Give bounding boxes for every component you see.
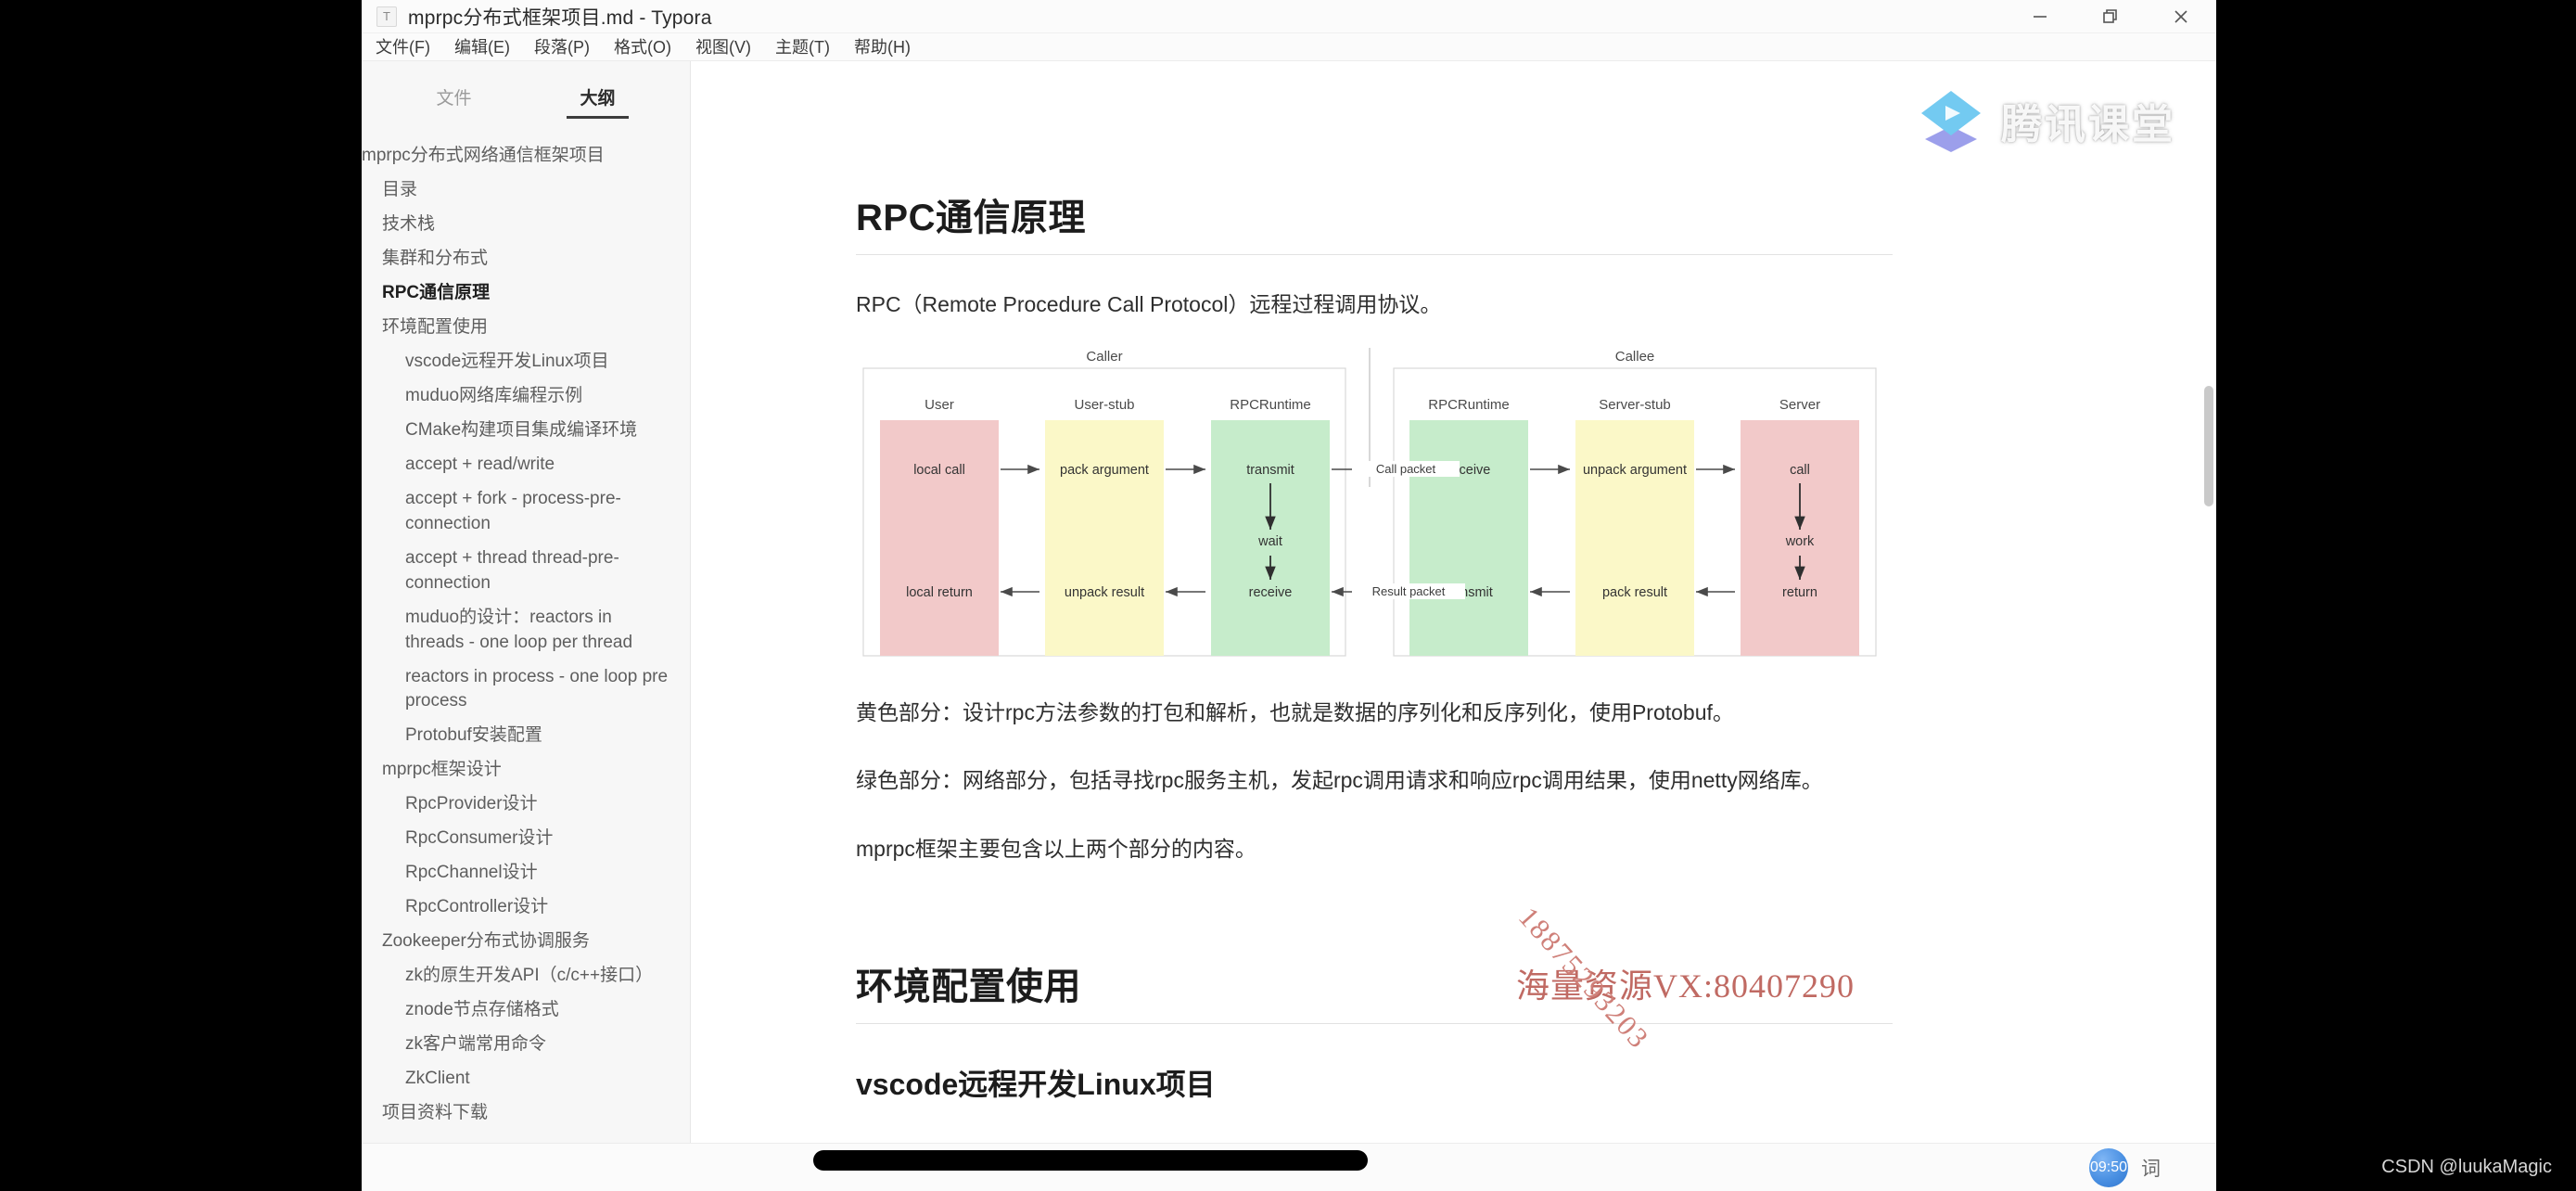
outline-item[interactable]: 目录 bbox=[362, 173, 690, 208]
svg-text:RPCRuntime: RPCRuntime bbox=[1230, 397, 1311, 413]
paragraph-rpc-definition: RPC（Remote Procedure Call Protocol）远程过程调… bbox=[856, 292, 1442, 316]
paragraph-summary: mprpc框架主要包含以上两个部分的内容。 bbox=[856, 836, 1256, 861]
svg-text:work: work bbox=[1785, 534, 1815, 549]
svg-text:User: User bbox=[925, 397, 954, 413]
svg-text:transmit: transmit bbox=[1246, 463, 1294, 478]
svg-text:Call packet: Call packet bbox=[1376, 462, 1436, 476]
paragraph-green-part: 绿色部分：网络部分，包括寻找rpc服务主机，发起rpc调用请求和响应rpc调用结… bbox=[856, 768, 1823, 793]
outline-item[interactable]: RpcController设计 bbox=[362, 890, 690, 925]
outline-item[interactable]: CMake构建项目集成编译环境 bbox=[362, 414, 690, 448]
svg-text:return: return bbox=[1782, 585, 1817, 600]
outline-item[interactable]: RpcChannel设计 bbox=[362, 856, 690, 890]
outline-item[interactable]: accept + fork - process-pre-connection bbox=[362, 482, 690, 542]
outline-item[interactable]: accept + read/write bbox=[362, 448, 690, 482]
restore-icon[interactable] bbox=[2075, 0, 2146, 33]
menu-theme[interactable]: 主题(T) bbox=[763, 33, 842, 61]
sidebar-tabs: 文件 大纲 bbox=[362, 61, 690, 119]
menu-edit[interactable]: 编辑(E) bbox=[442, 33, 522, 61]
outline-item[interactable]: zk客户端常用命令 bbox=[362, 1028, 690, 1062]
outline-item[interactable]: zk的原生开发API（c/c++接口） bbox=[362, 959, 690, 993]
window-controls bbox=[2005, 0, 2216, 33]
outline-item[interactable]: muduo的设计：reactors in threads - one loop … bbox=[362, 601, 690, 660]
minimize-icon[interactable] bbox=[2005, 0, 2075, 33]
outline-item[interactable]: znode节点存储格式 bbox=[362, 993, 690, 1028]
tab-outline[interactable]: 大纲 bbox=[567, 84, 629, 119]
outline-item[interactable]: RPC通信原理 bbox=[362, 276, 690, 311]
svg-text:pack result: pack result bbox=[1602, 585, 1667, 600]
outline-item[interactable]: mprpc分布式网络通信框架项目 bbox=[362, 139, 690, 173]
outline-item[interactable]: RpcProvider设计 bbox=[362, 788, 690, 822]
editor-scroll: RPC通信原理 RPC（Remote Procedure Call Protoc… bbox=[691, 61, 2216, 1191]
svg-text:Callee: Callee bbox=[1615, 349, 1655, 365]
time-badge[interactable]: 09:50 bbox=[2089, 1147, 2128, 1187]
outline-item[interactable]: mprpc框架设计 bbox=[362, 753, 690, 788]
watermark-csdn: CSDN @luukaMagic bbox=[2381, 1157, 2552, 1177]
word-count-label[interactable]: 词 bbox=[2141, 1154, 2161, 1182]
svg-text:RPCRuntime: RPCRuntime bbox=[1428, 397, 1510, 413]
menu-format[interactable]: 格式(O) bbox=[602, 33, 683, 61]
svg-text:Caller: Caller bbox=[1086, 349, 1122, 365]
svg-text:wait: wait bbox=[1257, 534, 1282, 549]
close-icon[interactable] bbox=[2146, 0, 2216, 33]
svg-text:call: call bbox=[1790, 463, 1810, 478]
rpc-flow-diagram: Caller Callee User User-stub RPCRuntime … bbox=[856, 347, 1883, 663]
menu-file[interactable]: 文件(F) bbox=[363, 33, 442, 61]
outline-item[interactable]: reactors in process - one loop pre proce… bbox=[362, 660, 690, 720]
svg-text:Result packet: Result packet bbox=[1372, 584, 1446, 598]
desktop-screen: T mprpc分布式框架项目.md - Typora 文件(F) 编辑(E) 段… bbox=[0, 0, 2576, 1191]
outline-item[interactable]: RpcConsumer设计 bbox=[362, 822, 690, 856]
outline-item[interactable]: Protobuf安装配置 bbox=[362, 719, 690, 753]
vertical-scrollbar[interactable] bbox=[2204, 386, 2213, 506]
svg-text:pack argument: pack argument bbox=[1060, 463, 1149, 478]
outline-item[interactable]: accept + thread thread-pre-connection bbox=[362, 542, 690, 601]
outline-item[interactable]: 技术栈 bbox=[362, 208, 690, 242]
menu-view[interactable]: 视图(V) bbox=[683, 33, 763, 61]
outline-list[interactable]: mprpc分布式网络通信框架项目 目录 技术栈 集群和分布式 RPC通信原理 环境配置使用… bbox=[362, 119, 690, 1143]
title-bar: T mprpc分布式框架项目.md - Typora bbox=[362, 0, 2216, 33]
svg-text:unpack argument: unpack argument bbox=[1583, 463, 1687, 478]
paragraph-yellow-part: 黄色部分：设计rpc方法参数的打包和解析，也就是数据的序列化和反序列化，使用Pr… bbox=[856, 699, 1734, 724]
outline-item[interactable]: 项目资料下载 bbox=[362, 1096, 690, 1131]
svg-text:Server: Server bbox=[1779, 397, 1820, 413]
heading-vscode-remote: vscode远程开发Linux项目 bbox=[856, 1068, 1216, 1102]
svg-text:local call: local call bbox=[913, 463, 965, 478]
window-body: 文件 大纲 mprpc分布式网络通信框架项目 目录 技术栈 集群和分布式 RPC通信原理… bbox=[362, 61, 2216, 1191]
tab-files[interactable]: 文件 bbox=[436, 84, 471, 119]
sidebar: 文件 大纲 mprpc分布式网络通信框架项目 目录 技术栈 集群和分布式 RPC通信原理… bbox=[362, 61, 691, 1191]
document: RPC通信原理 RPC（Remote Procedure Call Protoc… bbox=[856, 187, 1893, 1191]
heading-env-config: 环境配置使用 bbox=[856, 956, 1893, 1025]
outline-item[interactable]: vscode远程开发Linux项目 bbox=[362, 345, 690, 379]
svg-text:local return: local return bbox=[906, 585, 973, 600]
heading-rpc-principle: RPC通信原理 bbox=[856, 187, 1893, 255]
outline-item[interactable]: muduo网络库编程示例 bbox=[362, 379, 690, 414]
window-title: mprpc分布式框架项目.md - Typora bbox=[408, 6, 712, 29]
outline-item[interactable]: Zookeeper分布式协调服务 bbox=[362, 925, 690, 959]
svg-text:Server-stub: Server-stub bbox=[1599, 397, 1671, 413]
outline-item[interactable]: 集群和分布式 bbox=[362, 242, 690, 276]
typora-window: T mprpc分布式框架项目.md - Typora 文件(F) 编辑(E) 段… bbox=[362, 0, 2216, 1191]
censor-bar-bottom bbox=[813, 1150, 1368, 1171]
menu-help[interactable]: 帮助(H) bbox=[842, 33, 923, 61]
menu-bar: 文件(F) 编辑(E) 段落(P) 格式(O) 视图(V) 主题(T) 帮助(H… bbox=[362, 33, 2216, 61]
menu-paragraph[interactable]: 段落(P) bbox=[522, 33, 602, 61]
app-icon: T bbox=[376, 6, 397, 27]
editor-area[interactable]: RPC通信原理 RPC（Remote Procedure Call Protoc… bbox=[691, 61, 2216, 1191]
svg-text:User-stub: User-stub bbox=[1074, 397, 1134, 413]
outline-item[interactable]: ZkClient bbox=[362, 1062, 690, 1096]
svg-text:unpack result: unpack result bbox=[1065, 585, 1144, 600]
svg-text:receive: receive bbox=[1249, 585, 1293, 600]
letterbox-right bbox=[2216, 0, 2576, 1191]
outline-item[interactable]: 环境配置使用 bbox=[362, 311, 690, 345]
